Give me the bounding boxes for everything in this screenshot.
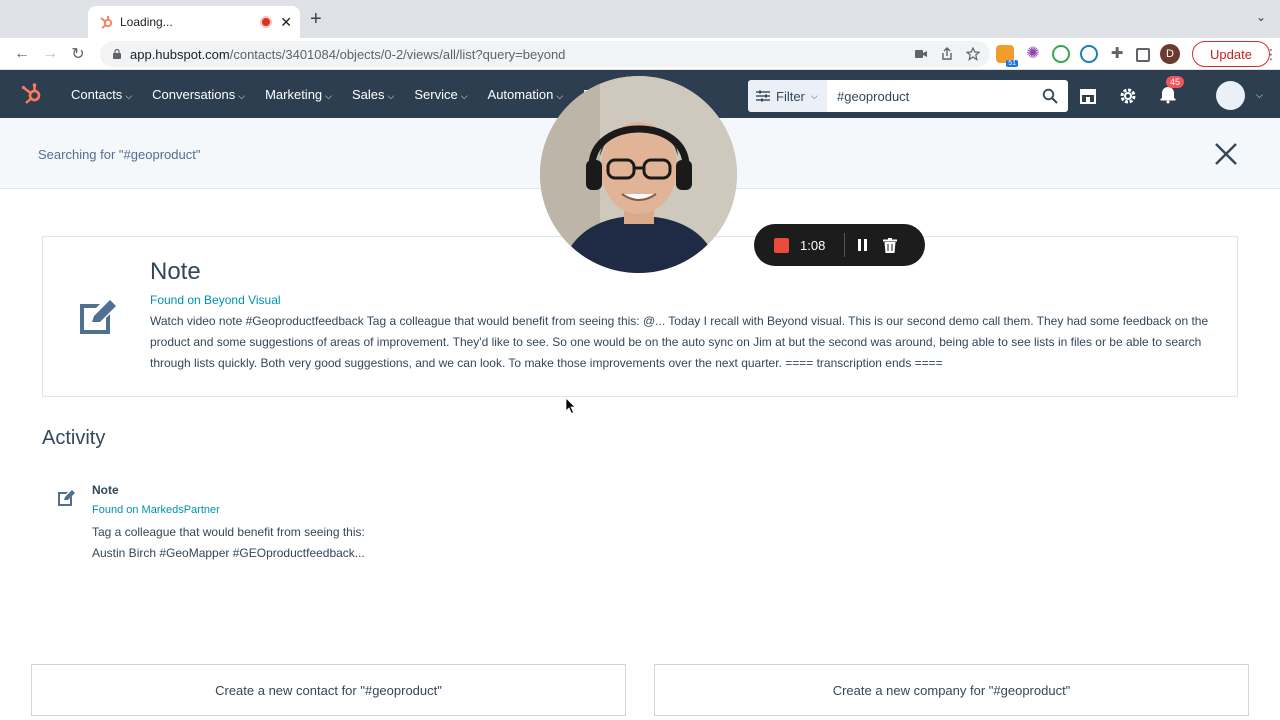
create-contact-button[interactable]: Create a new contact for "#geoproduct" bbox=[31, 664, 626, 716]
nav-marketing[interactable]: Marketing ⌵ bbox=[265, 87, 332, 102]
browser-toolbar: ← → ↻ app.hubspot.com/contacts/3401084/o… bbox=[0, 38, 1280, 70]
hubspot-main-menu: Contacts ⌵ Conversations ⌵ Marketing ⌵ Sale… bbox=[71, 70, 613, 118]
activity-item-title: Note bbox=[92, 483, 119, 497]
side-panel-icon[interactable] bbox=[1136, 48, 1150, 62]
stop-recording-button[interactable] bbox=[774, 237, 789, 253]
mouse-cursor-icon bbox=[566, 398, 576, 414]
searching-for-text: Searching for "#geoproduct" bbox=[38, 147, 201, 162]
update-button[interactable]: Update bbox=[1192, 41, 1270, 67]
hubspot-logo-icon[interactable] bbox=[20, 82, 44, 106]
marketplace-icon[interactable] bbox=[1078, 86, 1098, 106]
hubspot-utility-icons: 45 bbox=[1078, 75, 1185, 112]
extension-icons: 51 ✺ ✚ D bbox=[996, 44, 1180, 67]
recording-indicator-icon bbox=[260, 16, 273, 28]
note-title: Note bbox=[150, 258, 201, 285]
nav-automation[interactable]: Automation ⌵ bbox=[488, 87, 564, 102]
nav-contacts[interactable]: Contacts ⌵ bbox=[71, 87, 132, 102]
note-found-on-link[interactable]: Found on Beyond Visual bbox=[150, 293, 281, 307]
note-edit-icon bbox=[80, 300, 116, 334]
url-host: app.hubspot.com bbox=[130, 46, 230, 62]
activity-note-edit-icon bbox=[58, 490, 75, 506]
hubspot-favicon-icon bbox=[100, 16, 113, 29]
notifications-button[interactable]: 45 bbox=[1158, 75, 1185, 109]
nav-conversations[interactable]: Conversations ⌵ bbox=[152, 87, 245, 102]
address-bar[interactable]: app.hubspot.com/contacts/3401084/objects… bbox=[100, 41, 990, 67]
user-avatar[interactable] bbox=[1216, 81, 1245, 110]
close-tab-icon[interactable]: ✕ bbox=[280, 14, 292, 31]
reload-icon[interactable]: ↻ bbox=[66, 42, 90, 66]
nav-sales[interactable]: Sales ⌵ bbox=[352, 87, 394, 102]
puzzle-extensions-icon[interactable]: ✚ bbox=[1108, 45, 1126, 63]
notification-count-badge: 45 bbox=[1166, 75, 1185, 88]
recording-timer: 1:08 bbox=[800, 237, 826, 253]
browser-tab[interactable]: Loading... ✕ bbox=[88, 6, 300, 38]
browser-tab-bar: Loading... ✕ + ⌄ bbox=[0, 0, 1280, 38]
settings-gear-icon[interactable] bbox=[1118, 86, 1138, 106]
search-input[interactable] bbox=[827, 80, 1068, 112]
nav-service[interactable]: Service ⌵ bbox=[414, 87, 467, 102]
extension-badge: 51 bbox=[1006, 60, 1018, 67]
tab-title: Loading... bbox=[120, 15, 173, 29]
recorder-divider bbox=[844, 233, 845, 257]
pause-icon[interactable] bbox=[858, 239, 867, 251]
browser-menu-icon[interactable]: ⋮ bbox=[1264, 46, 1278, 63]
profile-avatar[interactable]: D bbox=[1160, 44, 1180, 64]
green-extension-icon[interactable] bbox=[1052, 45, 1070, 63]
loom-extension-icon[interactable] bbox=[1080, 45, 1098, 63]
recorder-controls: 1:08 bbox=[754, 224, 925, 266]
activity-body-line-1: Tag a colleague that would benefit from … bbox=[92, 525, 365, 539]
lock-icon bbox=[113, 49, 121, 59]
account-menu-chevron-icon[interactable]: ⌵ bbox=[1256, 90, 1263, 101]
activity-heading: Activity bbox=[42, 427, 106, 449]
back-arrow-icon[interactable]: ← bbox=[10, 42, 34, 66]
calendar-extension-icon[interactable]: 51 bbox=[996, 45, 1018, 67]
trash-icon[interactable] bbox=[883, 237, 897, 253]
bookmark-star-icon[interactable] bbox=[966, 47, 980, 61]
filter-label: Filter bbox=[776, 88, 805, 104]
flower-extension-icon[interactable]: ✺ bbox=[1024, 45, 1042, 63]
camera-icon[interactable] bbox=[914, 47, 928, 61]
filter-chevron-icon: ⌵ bbox=[810, 90, 818, 101]
tab-search-chevron-icon[interactable]: ⌄ bbox=[1256, 10, 1266, 24]
webcam-bubble[interactable] bbox=[540, 76, 737, 273]
close-search-icon[interactable] bbox=[1212, 140, 1240, 168]
forward-arrow-icon[interactable]: → bbox=[38, 42, 62, 66]
activity-item-body: Tag a colleague that would benefit from … bbox=[92, 522, 422, 564]
share-icon[interactable] bbox=[940, 47, 954, 61]
new-tab-icon[interactable]: + bbox=[310, 8, 322, 31]
search-filter-button[interactable]: Filter ⌵ bbox=[748, 80, 827, 112]
search-icon[interactable] bbox=[1042, 88, 1058, 104]
activity-found-on-link[interactable]: Found on MarkedsPartner bbox=[92, 504, 220, 516]
global-search: Filter ⌵ bbox=[748, 80, 1068, 112]
create-company-button[interactable]: Create a new company for "#geoproduct" bbox=[654, 664, 1249, 716]
activity-body-line-2: Austin Birch #GeoMapper #GEOproductfeedb… bbox=[92, 546, 365, 560]
filter-sliders-icon bbox=[756, 90, 770, 102]
url-path: /contacts/3401084/objects/0-2/views/all/… bbox=[229, 46, 566, 62]
presenter-video-image bbox=[540, 76, 737, 273]
note-body-text: Watch video note #Geoproductfeedback Tag… bbox=[150, 314, 1209, 370]
